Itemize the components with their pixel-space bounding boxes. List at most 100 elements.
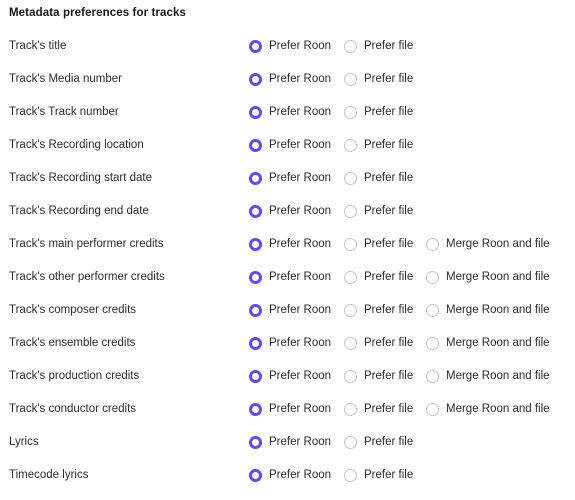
radio-unselected-icon[interactable] — [344, 271, 357, 284]
radio-option[interactable]: Prefer file — [344, 327, 413, 360]
preference-row: Track's composer credits Prefer Roon Prefe… — [0, 294, 575, 327]
radio-unselected-icon[interactable] — [426, 370, 439, 383]
radio-selected-icon[interactable] — [249, 436, 262, 449]
preference-row-label: Track's production credits — [9, 370, 140, 382]
preference-row: Track's Media number Prefer Roon Prefer fi… — [0, 63, 575, 96]
radio-unselected-icon[interactable] — [426, 337, 439, 350]
radio-option[interactable]: Prefer file — [344, 162, 413, 195]
radio-option[interactable]: Merge Roon and file — [426, 228, 550, 261]
preference-row: Track's Recording end date Prefer Roon Pre… — [0, 195, 575, 228]
radio-unselected-icon[interactable] — [344, 238, 357, 251]
radio-option[interactable]: Prefer file — [344, 129, 413, 162]
radio-option[interactable]: Prefer Roon — [249, 162, 331, 195]
preference-row: Track's title Prefer Roon Prefer file — [0, 30, 575, 63]
radio-unselected-icon[interactable] — [344, 370, 357, 383]
radio-option-label: Prefer Roon — [269, 106, 332, 118]
radio-option[interactable]: Prefer file — [344, 195, 413, 228]
radio-option[interactable]: Prefer file — [344, 30, 413, 63]
radio-option[interactable]: Prefer file — [344, 360, 413, 393]
radio-unselected-icon[interactable] — [344, 40, 357, 53]
radio-option[interactable]: Prefer Roon — [249, 261, 331, 294]
radio-option[interactable]: Prefer Roon — [249, 129, 331, 162]
radio-option[interactable]: Prefer file — [344, 393, 413, 426]
radio-option[interactable]: Merge Roon and file — [426, 294, 550, 327]
radio-option-label: Prefer file — [364, 271, 414, 283]
radio-unselected-icon[interactable] — [426, 304, 439, 317]
radio-option-label: Prefer file — [364, 238, 414, 250]
radio-selected-icon[interactable] — [249, 337, 262, 350]
radio-option[interactable]: Merge Roon and file — [426, 261, 550, 294]
radio-selected-icon[interactable] — [249, 469, 262, 482]
radio-unselected-icon[interactable] — [344, 469, 357, 482]
radio-unselected-icon[interactable] — [344, 337, 357, 350]
radio-option[interactable]: Prefer file — [344, 426, 413, 459]
radio-unselected-icon[interactable] — [344, 106, 357, 119]
radio-option-label: Prefer file — [364, 172, 414, 184]
preference-row-label: Track's Recording location — [9, 139, 144, 151]
radio-option-label: Merge Roon and file — [446, 370, 550, 382]
radio-selected-icon[interactable] — [249, 40, 262, 53]
radio-selected-icon[interactable] — [249, 139, 262, 152]
preference-row-label: Track's composer credits — [9, 304, 137, 316]
radio-option[interactable]: Merge Roon and file — [426, 393, 550, 426]
preference-row-label: Track's Media number — [9, 73, 122, 85]
radio-option[interactable]: Prefer file — [344, 96, 413, 129]
radio-option[interactable]: Prefer file — [344, 459, 413, 492]
radio-selected-icon[interactable] — [249, 271, 262, 284]
radio-unselected-icon[interactable] — [344, 205, 357, 218]
radio-option[interactable]: Prefer Roon — [249, 294, 331, 327]
radio-option[interactable]: Prefer Roon — [249, 30, 331, 63]
radio-option-label: Merge Roon and file — [446, 403, 550, 415]
radio-option-label: Prefer Roon — [269, 436, 332, 448]
preference-row: Track's Recording start date Prefer Roon P… — [0, 162, 575, 195]
radio-selected-icon[interactable] — [249, 304, 262, 317]
radio-option[interactable]: Merge Roon and file — [426, 327, 550, 360]
preference-row-label: Track's Track number — [9, 106, 119, 118]
radio-option-label: Merge Roon and file — [446, 337, 550, 349]
radio-option-label: Prefer Roon — [269, 139, 332, 151]
radio-option-label: Prefer file — [364, 106, 414, 118]
radio-option-label: Prefer file — [364, 304, 414, 316]
radio-unselected-icon[interactable] — [344, 73, 357, 86]
radio-option[interactable]: Prefer Roon — [249, 63, 331, 96]
radio-unselected-icon[interactable] — [344, 172, 357, 185]
radio-unselected-icon[interactable] — [344, 436, 357, 449]
radio-option-label: Prefer Roon — [269, 172, 332, 184]
radio-option[interactable]: Prefer file — [344, 63, 413, 96]
radio-unselected-icon[interactable] — [426, 238, 439, 251]
radio-option[interactable]: Merge Roon and file — [426, 360, 550, 393]
preference-row: Track's Track number Prefer Roon Prefer fi… — [0, 96, 575, 129]
radio-selected-icon[interactable] — [249, 172, 262, 185]
radio-option[interactable]: Prefer file — [344, 294, 413, 327]
radio-selected-icon[interactable] — [249, 205, 262, 218]
radio-option-label: Prefer Roon — [269, 469, 332, 481]
radio-option-label: Prefer file — [364, 73, 414, 85]
radio-option[interactable]: Prefer Roon — [249, 426, 331, 459]
radio-option[interactable]: Prefer Roon — [249, 195, 331, 228]
radio-option[interactable]: Prefer file — [344, 261, 413, 294]
preference-row-label: Track's Recording end date — [9, 205, 149, 217]
radio-unselected-icon[interactable] — [426, 403, 439, 416]
radio-option-label: Merge Roon and file — [446, 238, 550, 250]
radio-option[interactable]: Prefer Roon — [249, 96, 331, 129]
radio-unselected-icon[interactable] — [344, 304, 357, 317]
radio-option[interactable]: Prefer Roon — [249, 459, 331, 492]
radio-selected-icon[interactable] — [249, 73, 262, 86]
radio-unselected-icon[interactable] — [344, 403, 357, 416]
radio-selected-icon[interactable] — [249, 403, 262, 416]
radio-option[interactable]: Prefer Roon — [249, 393, 331, 426]
radio-option[interactable]: Prefer Roon — [249, 360, 331, 393]
radio-option[interactable]: Prefer Roon — [249, 327, 331, 360]
radio-option[interactable]: Prefer Roon — [249, 228, 331, 261]
radio-unselected-icon[interactable] — [344, 139, 357, 152]
radio-option[interactable]: Prefer file — [344, 228, 413, 261]
preference-row: Track's production credits Prefer Roon Pre… — [0, 360, 575, 393]
radio-selected-icon[interactable] — [249, 370, 262, 383]
radio-unselected-icon[interactable] — [426, 271, 439, 284]
radio-option-label: Prefer file — [364, 469, 414, 481]
radio-selected-icon[interactable] — [249, 238, 262, 251]
radio-option-label: Merge Roon and file — [446, 304, 550, 316]
radio-option-label: Prefer Roon — [269, 337, 332, 349]
radio-selected-icon[interactable] — [249, 106, 262, 119]
radio-option-label: Prefer Roon — [269, 238, 332, 250]
